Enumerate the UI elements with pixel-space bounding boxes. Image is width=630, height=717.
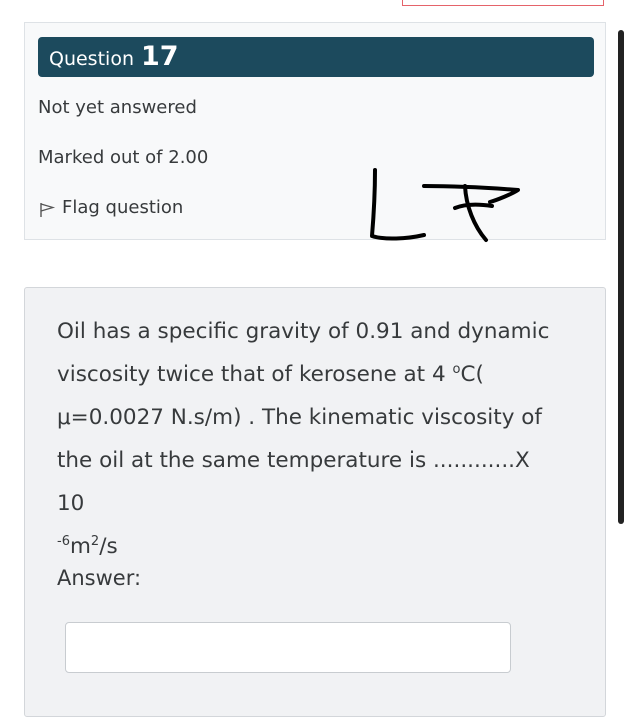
answer-input[interactable] — [65, 622, 511, 673]
question-state: Not yet answered — [38, 97, 197, 118]
question-grade: Marked out of 2.00 — [38, 147, 209, 168]
question-line: viscosity twice that of kerosene at 4 — [57, 362, 453, 387]
unit-per-s: /s — [99, 534, 118, 559]
question-number: 17 — [140, 41, 179, 72]
question-text: Oil has a specific gravity of 0.91 and d… — [57, 310, 557, 568]
question-line: Oil has a specific gravity of 0.91 and d… — [57, 319, 550, 344]
question-content-card: Oil has a specific gravity of 0.91 and d… — [24, 287, 606, 717]
question-line: C( — [460, 362, 484, 387]
question-line: the oil at the same temperature is .....… — [57, 448, 530, 516]
unit-m: m — [69, 534, 91, 559]
question-line: μ=0.0027 N.s/m) . The kinematic viscosit… — [57, 405, 542, 430]
answer-label: Answer: — [57, 566, 142, 590]
exponent-2: 2 — [90, 534, 100, 549]
page-scrollbar[interactable] — [618, 30, 624, 524]
question-number-banner: Question 17 — [38, 37, 594, 77]
flag-icon — [40, 202, 56, 217]
question-label: Question — [49, 48, 134, 70]
previous-card-edge — [402, 0, 604, 6]
flag-question-label: Flag question — [62, 197, 184, 218]
exponent-neg6: -6 — [57, 534, 70, 549]
flag-question-link[interactable]: Flag question — [38, 197, 183, 218]
handwritten-note — [370, 168, 520, 242]
